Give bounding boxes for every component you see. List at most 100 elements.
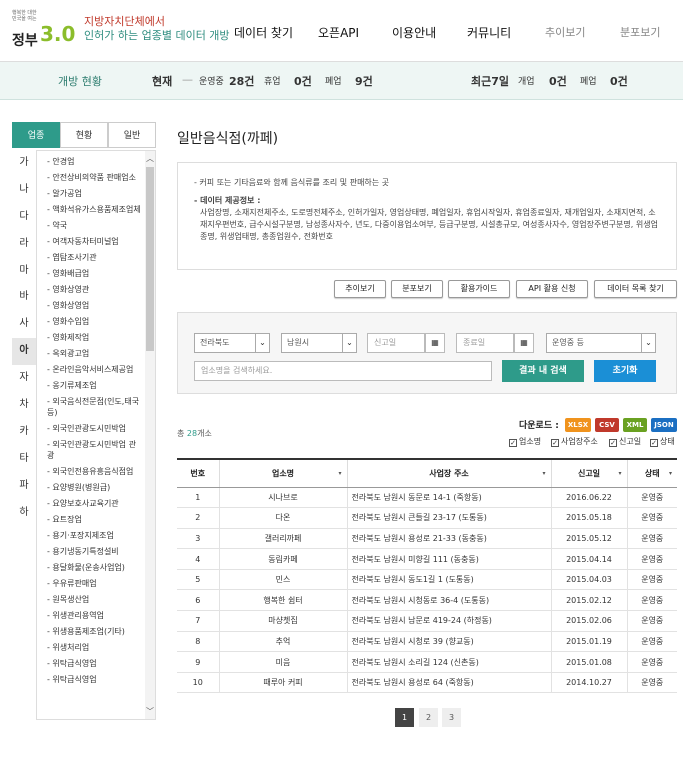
index-letter[interactable]: 사	[12, 311, 36, 338]
table-row[interactable]: 3 갤러리까페 전라북도 남원시 용성로 21-33 (동충동) 2015.05.12…	[177, 528, 677, 550]
industry-list-item[interactable]: - 요트장업	[37, 514, 155, 525]
industry-list-item[interactable]: - 외국인전용유흥음식점업	[37, 466, 155, 477]
index-letter[interactable]: 하	[12, 500, 36, 527]
page-3-button[interactable]: 3	[442, 708, 461, 727]
download-xml-button[interactable]: XML	[623, 418, 647, 432]
industry-list-item[interactable]: - 용달화물(운송사업업)	[37, 562, 155, 573]
industry-list-item[interactable]: - 위생용품제조업(기타)	[37, 626, 155, 637]
industry-list-item[interactable]: - 옥외광고업	[37, 348, 155, 359]
search-input[interactable]: 업소명을 검색하세요.	[194, 361, 492, 381]
cell-name[interactable]: 추억	[219, 631, 348, 653]
index-letter[interactable]: 라	[12, 231, 36, 258]
industry-list-item[interactable]: - 위탁급식영업	[37, 658, 155, 669]
checkbox-icon[interactable]: ✓	[551, 439, 559, 447]
checkbox-icon[interactable]: ✓	[650, 439, 658, 447]
page-1-button[interactable]: 1	[395, 708, 414, 727]
checkbox-icon[interactable]: ✓	[609, 439, 617, 447]
tab-general[interactable]: 일반	[108, 122, 156, 148]
industry-list-item[interactable]: - 외국인관광도시민박업	[37, 423, 155, 434]
industry-list-item[interactable]: - 여객자동차터미널업	[37, 236, 155, 247]
table-row[interactable]: 6 행복한 쉼터 전라북도 남원시 시청동로 36-4 (도통동) 2015.02.1…	[177, 589, 677, 612]
industry-list-item[interactable]: - 용기냉동기특정설비	[37, 546, 155, 557]
index-letter[interactable]: 차	[12, 392, 36, 419]
index-letter[interactable]: 마	[12, 258, 36, 285]
index-letter[interactable]: 아	[12, 338, 36, 366]
industry-list-item[interactable]: - 영화수입업	[37, 316, 155, 327]
industry-list-item[interactable]: - 옹기류제조업	[37, 380, 155, 391]
table-row[interactable]: 7 마샹쳇집 전라북도 남원시 남문로 419-24 (하정동) 2015.02.06…	[177, 610, 677, 632]
industry-list-item[interactable]: - 위탁급식영업	[37, 674, 155, 685]
industry-list-item[interactable]: - 온라인음악서비스제공업	[37, 364, 155, 375]
industry-list-item[interactable]: - 엽탐조사기관	[37, 252, 155, 263]
col-address[interactable]: 사업장 주소 ▾	[347, 458, 552, 488]
table-row[interactable]: 1 시나브로 전라북도 남원시 동문로 14-1 (죽항동) 2016.06.22 운영…	[177, 487, 677, 509]
table-row[interactable]: 10 때루아 커피 전라북도 남원시 용성로 64 (죽항동) 2014.10.27 운…	[177, 672, 677, 694]
province-select[interactable]: 전라북도 ⌄	[194, 333, 270, 353]
index-letter[interactable]: 다	[12, 204, 36, 231]
industry-list-item[interactable]: - 요양보호사교육기관	[37, 498, 155, 509]
cell-name[interactable]: 다온	[219, 507, 348, 529]
nav-data-search[interactable]: 데이터 찾기	[234, 24, 293, 41]
industry-list-item[interactable]: - 액화석유가스용품제조업체	[37, 204, 155, 215]
industry-list-item[interactable]: - 영화상영관	[37, 284, 155, 295]
table-row[interactable]: 4 동림카페 전라북도 남원시 미향길 111 (동충동) 2015.04.14 운영중	[177, 548, 677, 570]
data-list-button[interactable]: 데이터 목록 찾기	[594, 280, 677, 298]
industry-list-item[interactable]: - 안전상비의약품 판매업소	[37, 172, 155, 183]
checkbox-icon[interactable]: ✓	[509, 439, 517, 447]
nav-open-api[interactable]: 오픈API	[318, 24, 359, 41]
calendar-icon[interactable]: ▦	[514, 333, 534, 353]
calendar-icon[interactable]: ▦	[425, 333, 445, 353]
page-2-button[interactable]: 2	[419, 708, 438, 727]
cell-name[interactable]: 시나브로	[219, 487, 348, 509]
nav-community[interactable]: 커뮤니티	[467, 24, 511, 41]
search-button[interactable]: 결과 내 검색	[502, 360, 584, 382]
status-select[interactable]: 운영중 등 ⌄	[546, 333, 656, 353]
industry-list-item[interactable]: - 용기·포장지제조업	[37, 530, 155, 541]
cell-name[interactable]: 민스	[219, 569, 348, 591]
table-row[interactable]: 2 다온 전라북도 남원시 큰들길 23-17 (도통동) 2015.05.18 운영중	[177, 507, 677, 529]
col-date[interactable]: 신고일 ▾	[551, 458, 628, 488]
index-letter[interactable]: 타	[12, 446, 36, 473]
scroll-thumb[interactable]	[146, 167, 154, 351]
guide-button[interactable]: 활용가이드	[448, 280, 510, 298]
trend-button[interactable]: 추이보기	[334, 280, 386, 298]
sort-icon[interactable]: ▾	[618, 470, 621, 477]
industry-list-item[interactable]: - 영화제작업	[37, 332, 155, 343]
end-date-input[interactable]: 종료일	[456, 333, 514, 353]
industry-list-item[interactable]: - 외국음식전문점(인도,태국등)	[37, 396, 155, 418]
industry-list-item[interactable]: - 약국	[37, 220, 155, 231]
industry-list-item[interactable]: - 원목생산업	[37, 594, 155, 605]
nav-guide[interactable]: 이용안내	[392, 24, 436, 41]
cell-name[interactable]: 마샹쳇집	[219, 610, 348, 632]
industry-list-item[interactable]: - 위생처리업	[37, 642, 155, 653]
col-status[interactable]: 상태 ▾	[627, 458, 677, 488]
industry-list-item[interactable]: - 알가공업	[37, 188, 155, 199]
index-letter[interactable]: 카	[12, 419, 36, 446]
distribution-button[interactable]: 분포보기	[391, 280, 443, 298]
sort-icon[interactable]: ▾	[338, 470, 341, 477]
industry-list-item[interactable]: - 외국인관광도시민박업 관광	[37, 439, 155, 461]
table-row[interactable]: 9 미음 전라북도 남원시 소리길 124 (신촌동) 2015.01.08 운영중	[177, 651, 677, 673]
download-json-button[interactable]: JSON	[651, 418, 677, 432]
tab-status[interactable]: 현황	[60, 122, 108, 148]
index-letter[interactable]: 바	[12, 284, 36, 311]
table-row[interactable]: 5 민스 전라북도 남원시 동도1길 1 (도통동) 2015.04.03 운영중	[177, 569, 677, 591]
index-letter[interactable]: 가	[12, 150, 36, 177]
sort-icon[interactable]: ▾	[542, 470, 545, 477]
scroll-up-icon[interactable]: ︿	[145, 153, 155, 164]
index-letter[interactable]: 파	[12, 473, 36, 500]
cell-name[interactable]: 갤러리까페	[219, 528, 348, 550]
col-name[interactable]: 업소명 ▾	[219, 458, 348, 488]
industry-list-item[interactable]: - 영화배급업	[37, 268, 155, 279]
scroll-down-icon[interactable]: ﹀	[145, 706, 155, 717]
cell-name[interactable]: 동림카페	[219, 548, 348, 570]
table-row[interactable]: 8 추억 전라북도 남원시 시청로 39 (향교동) 2015.01.19 운영중	[177, 631, 677, 653]
cell-name[interactable]: 때루아 커피	[219, 672, 348, 694]
industry-list-item[interactable]: - 우유류판매업	[37, 578, 155, 589]
check-status[interactable]: ✓ 상태	[650, 436, 675, 447]
nav-trend[interactable]: 추이보기	[545, 24, 585, 40]
industry-list-item[interactable]: - 영화상영업	[37, 300, 155, 311]
list-scrollbar[interactable]: ︿ ﹀	[145, 151, 155, 719]
check-date[interactable]: ✓ 신고일	[609, 436, 641, 447]
cell-name[interactable]: 행복한 쉼터	[219, 589, 348, 612]
